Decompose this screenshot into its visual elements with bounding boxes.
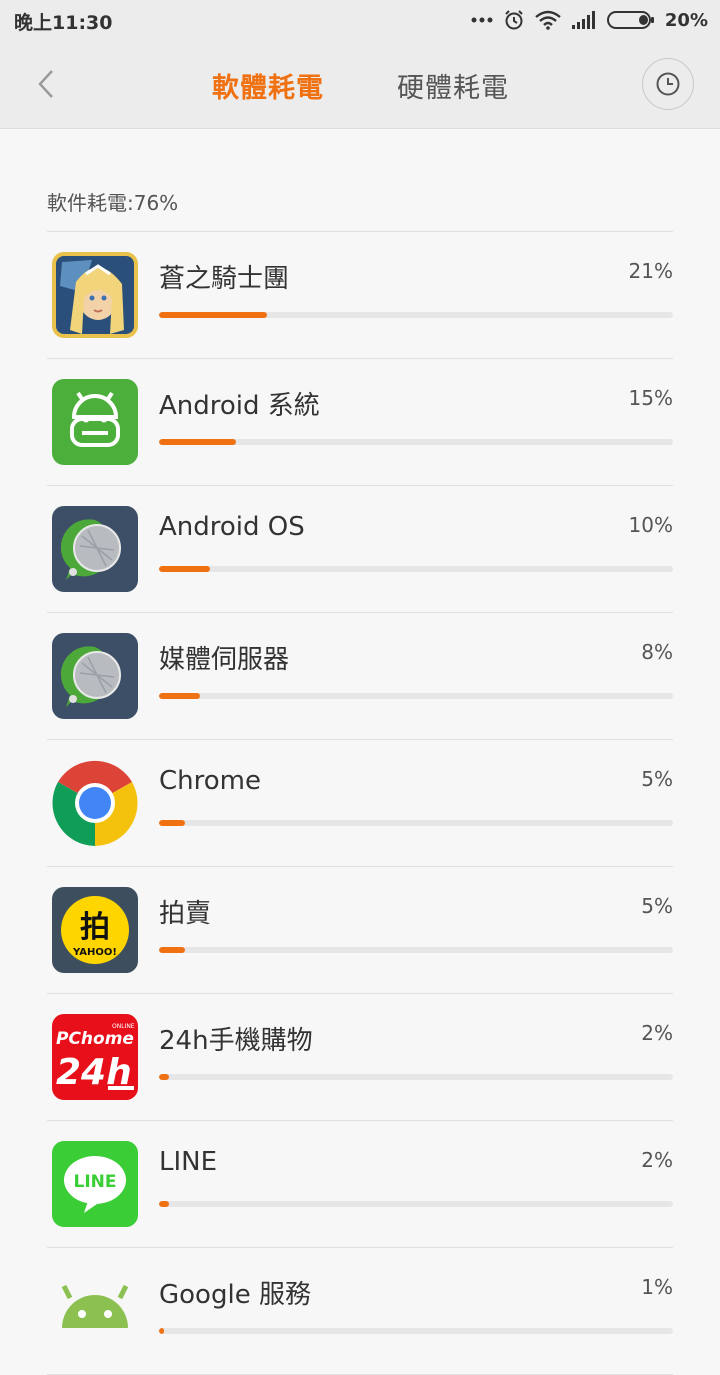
tab-hardware-usage[interactable]: 硬體耗電	[397, 66, 509, 105]
app-name: Android OS	[159, 512, 305, 542]
status-icons: 20%	[471, 6, 708, 34]
line-word: LINE	[74, 1172, 117, 1192]
usage-bar-track	[159, 693, 673, 699]
usage-bar-track	[159, 1328, 673, 1334]
wifi-icon	[535, 10, 561, 30]
back-button[interactable]	[26, 62, 66, 106]
google-services-icon	[52, 1268, 138, 1354]
usage-bar-track	[159, 439, 673, 445]
app-percent: 10%	[628, 513, 673, 537]
list-item[interactable]: Android 系統 15%	[47, 359, 673, 486]
list-item[interactable]: 拍 YAHOO! 拍賣 5%	[47, 867, 673, 994]
list-item[interactable]: 媒體伺服器 8%	[47, 613, 673, 740]
usage-bar-fill	[159, 312, 267, 318]
battery-icon	[606, 10, 655, 30]
list-item[interactable]: PChome ONLINE 24h 24h手機購物 2%	[47, 994, 673, 1121]
list-item[interactable]: LINE LINE 2%	[47, 1121, 673, 1248]
usage-bar-fill	[159, 693, 201, 699]
usage-bar-track	[159, 566, 673, 572]
app-name: 媒體伺服器	[159, 645, 290, 675]
usage-bar-fill	[159, 1201, 170, 1207]
app-percent: 1%	[641, 1275, 673, 1299]
app-percent: 15%	[628, 386, 673, 410]
pchome-top: PChome	[56, 1029, 134, 1049]
more-dots-icon	[471, 16, 493, 24]
status-time: 晚上11:30	[14, 12, 113, 34]
software-usage-summary: 軟件耗電:76%	[47, 191, 179, 215]
app-percent: 8%	[641, 640, 673, 664]
usage-bar-track	[159, 1201, 673, 1207]
app-percent: 5%	[641, 894, 673, 918]
app-percent: 21%	[628, 259, 673, 283]
app-header: 軟體耗電 硬體耗電	[0, 40, 720, 129]
usage-bar-fill	[159, 947, 185, 953]
status-bar: 晚上11:30 20%	[0, 0, 720, 40]
battery-percent: 20%	[664, 9, 708, 31]
usage-bar-fill	[159, 439, 237, 445]
list-item[interactable]: Android OS 10%	[47, 486, 673, 613]
app-name: 24h手機購物	[159, 1026, 313, 1056]
app-name: Chrome	[159, 766, 261, 796]
history-button[interactable]	[642, 58, 694, 110]
usage-bar-track	[159, 312, 673, 318]
app-usage-list: 蒼之騎士團 21% Android 系統 15% Android OS 10% …	[47, 231, 673, 1375]
app-name: 蒼之騎士團	[159, 264, 290, 294]
usage-bar-track	[159, 947, 673, 953]
app-percent: 2%	[641, 1148, 673, 1172]
chrome-icon	[52, 760, 138, 846]
signal-icon	[571, 10, 597, 30]
android-system-icon	[52, 379, 138, 465]
chevron-left-icon	[38, 70, 53, 98]
app-name: LINE	[159, 1147, 218, 1177]
game-character-icon	[52, 252, 138, 338]
yahoo-word: YAHOO!	[72, 947, 117, 958]
usage-bar-fill	[159, 1074, 170, 1080]
list-item[interactable]: 蒼之騎士團 21%	[47, 232, 673, 359]
media-server-icon	[52, 633, 138, 719]
yahoo-glyph: 拍	[80, 910, 110, 945]
usage-bar-track	[159, 1074, 673, 1080]
usage-bar-fill	[159, 820, 185, 826]
usage-bar-track	[159, 820, 673, 826]
clock-icon	[656, 72, 680, 96]
app-name: 拍賣	[159, 899, 212, 929]
pchome-24h-icon: PChome ONLINE 24h	[52, 1014, 138, 1100]
android-os-icon	[52, 506, 138, 592]
usage-bar-fill	[159, 1328, 165, 1334]
yahoo-auction-icon: 拍 YAHOO!	[52, 887, 138, 973]
app-percent: 5%	[641, 767, 673, 791]
tab-software-usage[interactable]: 軟體耗電	[212, 66, 324, 105]
usage-bar-fill	[159, 566, 211, 572]
app-percent: 2%	[641, 1021, 673, 1045]
pchome-online: ONLINE	[112, 1023, 135, 1030]
list-item[interactable]: Google 服務 1%	[47, 1248, 673, 1375]
list-item[interactable]: Chrome 5%	[47, 740, 673, 867]
app-name: Android 系統	[159, 391, 320, 421]
line-icon: LINE	[52, 1141, 138, 1227]
alarm-icon	[503, 9, 525, 31]
